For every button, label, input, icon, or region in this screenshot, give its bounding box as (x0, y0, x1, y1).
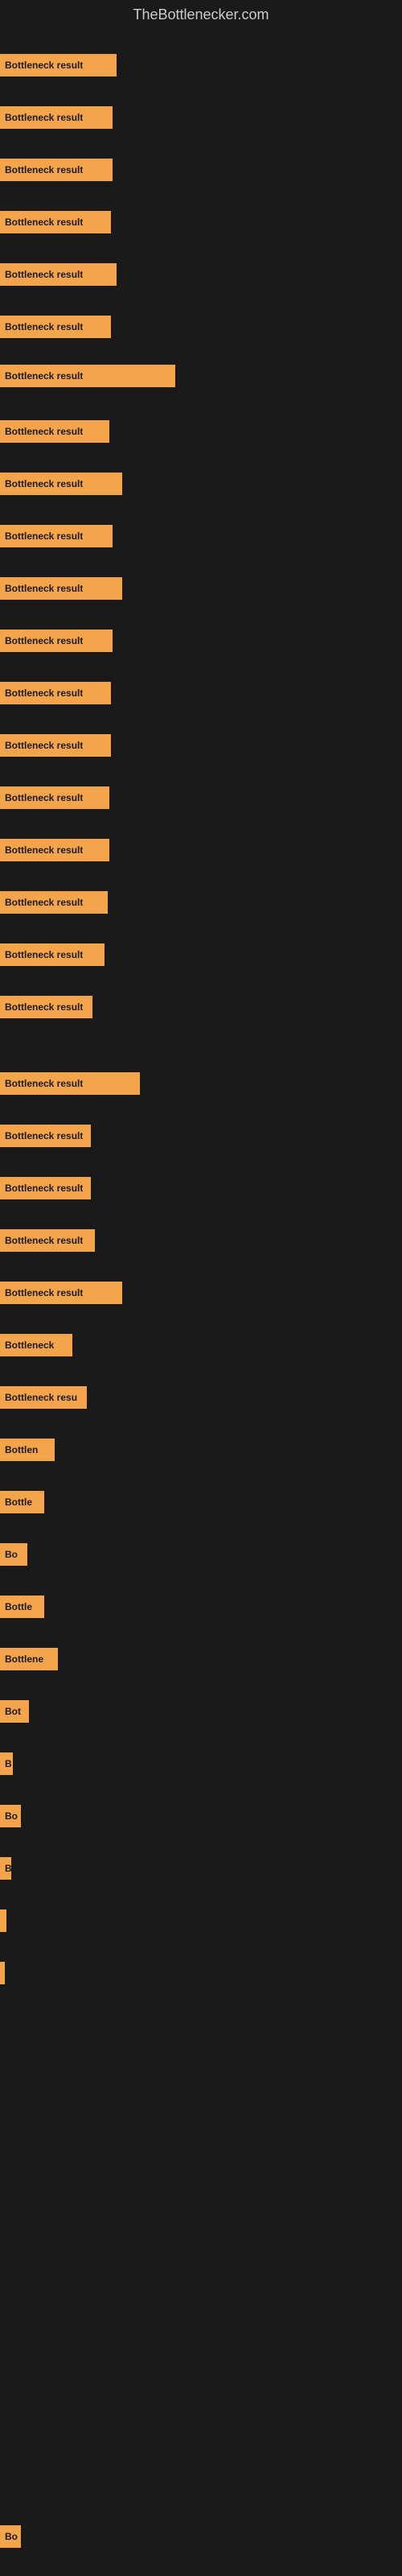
bar-item: Bottleneck result (0, 577, 122, 600)
bar-label: Bottleneck result (5, 792, 83, 803)
bar-label: Bottle (5, 1601, 32, 1612)
bar-label: B (5, 1863, 11, 1874)
bar-item: Bottleneck result (0, 473, 122, 495)
bar-label: Bottleneck result (5, 583, 83, 594)
bar-item: Bottleneck result (0, 996, 92, 1018)
chart-container: Bottleneck result Bottleneck result Bottle… (0, 30, 402, 2566)
bar-item: Bottleneck result (0, 106, 113, 129)
bar-label: Bottleneck result (5, 1130, 83, 1141)
bar-label: Bottleneck result (5, 949, 83, 960)
bar-label: Bottleneck (5, 1340, 54, 1351)
bar-item (0, 1909, 6, 1932)
bar-label: Bottlene (5, 1653, 43, 1665)
bar-label: Bottleneck result (5, 844, 83, 856)
bar-label: Bottleneck result (5, 426, 83, 437)
bar-label: Bottleneck result (5, 478, 83, 489)
bar-item: B (0, 1857, 11, 1880)
bar-item: Bottleneck result (0, 211, 111, 233)
bar-item: Bo (0, 1543, 27, 1566)
bar-item: Bottleneck result (0, 891, 108, 914)
bar-label: Bottleneck result (5, 897, 83, 908)
bar-item: Bottleneck (0, 1334, 72, 1356)
bar-label: Bottlen (5, 1444, 38, 1455)
bar-label: Bottleneck result (5, 530, 83, 542)
bar-item: Bottleneck result (0, 1072, 140, 1095)
bar-label: Bottleneck result (5, 269, 83, 280)
bar-label: Bottleneck result (5, 687, 83, 699)
bar-item: Bottleneck result (0, 786, 109, 809)
bar-item: Bottleneck result (0, 420, 109, 443)
bar-item: Bottleneck result (0, 316, 111, 338)
bar-item: Bottleneck result (0, 1229, 95, 1252)
bar-item: Bottle (0, 1491, 44, 1513)
bar-item: Bottleneck result (0, 1282, 122, 1304)
bar-item: Bottleneck result (0, 365, 175, 387)
site-title: TheBottlenecker.com (0, 0, 402, 30)
bar-item: Bottleneck result (0, 263, 117, 286)
bar-label: Bottleneck result (5, 1235, 83, 1246)
bar-label: Bottleneck result (5, 164, 83, 175)
bar-item: Bottleneck result (0, 159, 113, 181)
bar-item: Bottleneck result (0, 734, 111, 757)
bar-item: B (0, 1752, 13, 1775)
bar-item: Bo (0, 2525, 21, 2548)
bar-item: Bottleneck result (0, 630, 113, 652)
bar-item: Bottleneck result (0, 54, 117, 76)
bar-label: Bottleneck result (5, 112, 83, 123)
bar-label: Bottleneck result (5, 370, 83, 382)
bar-label: Bottleneck result (5, 60, 83, 71)
bar-item (0, 1962, 5, 1984)
bar-item: Bottle (0, 1596, 44, 1618)
bar-item: Bottleneck result (0, 525, 113, 547)
bar-item: Bottleneck resu (0, 1386, 87, 1409)
bar-item: Bottlen (0, 1439, 55, 1461)
bar-label: Bottleneck result (5, 217, 83, 228)
bar-label: Bottleneck result (5, 1183, 83, 1194)
bar-item: Bottleneck result (0, 1125, 91, 1147)
bar-label: Bo (5, 1810, 18, 1822)
bar-label: Bottleneck result (5, 1078, 83, 1089)
bar-item: Bot (0, 1700, 29, 1723)
bar-item: Bottleneck result (0, 943, 105, 966)
bar-label: B (5, 1758, 12, 1769)
bar-label: Bottleneck result (5, 740, 83, 751)
bar-label: Bottleneck result (5, 1287, 83, 1298)
bar-label: Bo (5, 1549, 18, 1560)
bar-label: Bottleneck result (5, 1001, 83, 1013)
bar-item: Bo (0, 1805, 21, 1827)
bar-label: Bottleneck result (5, 635, 83, 646)
bar-label: Bottleneck result (5, 321, 83, 332)
bar-label: Bot (5, 1706, 21, 1717)
bar-label: Bottle (5, 1496, 32, 1508)
bar-item: Bottleneck result (0, 682, 111, 704)
bar-item: Bottlene (0, 1648, 58, 1670)
bar-item: Bottleneck result (0, 839, 109, 861)
bar-label: Bo (5, 2531, 18, 2542)
bar-item: Bottleneck result (0, 1177, 91, 1199)
bar-label: Bottleneck resu (5, 1392, 77, 1403)
